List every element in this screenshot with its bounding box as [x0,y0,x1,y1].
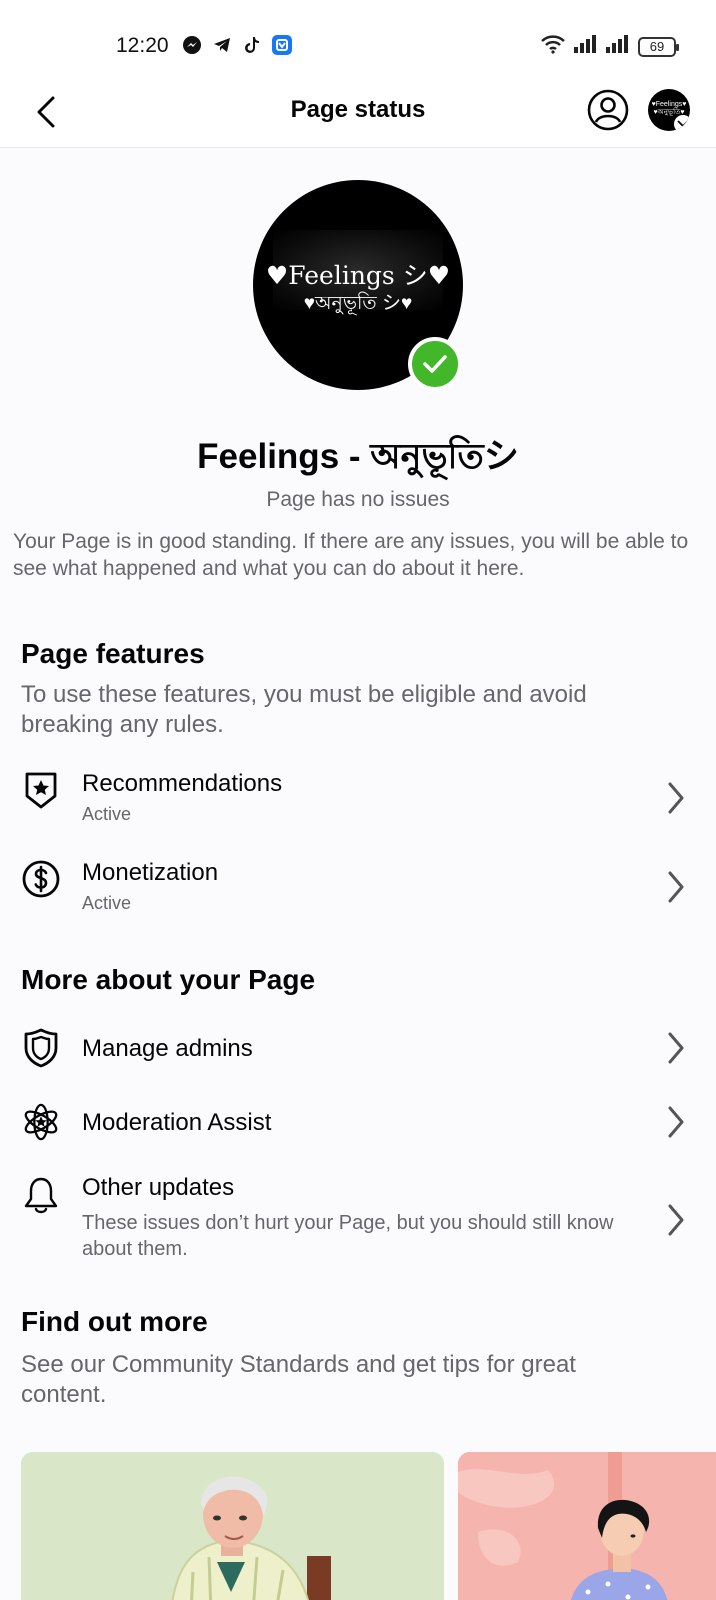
recommendations-status: Active [82,804,132,824]
app-notification-icon [271,34,293,56]
atom-star-icon [21,1102,61,1142]
shield-icon [21,1028,61,1068]
page-health-status: Page has no issues [266,488,450,511]
chevron-right-icon [664,1104,688,1140]
status-bar: 12:20 69 [0,0,716,86]
wifi-icon [540,34,566,59]
other-updates-description: These issues don’t hurt your Page, but y… [82,1212,614,1260]
moderation-assist-label: Moderation Assist [82,1109,272,1136]
battery-icon: 69 [638,36,679,57]
moderation-assist-row[interactable]: Moderation Assist [0,1102,716,1162]
top-navigation-bar: Page status ♥Feelings♥ ♥অনুভূতি♥ [0,86,716,148]
messenger-icon [181,34,203,56]
signal-icon-sim1 [574,35,598,58]
bell-icon [21,1176,61,1216]
telegram-icon [211,34,233,56]
content-tips-card[interactable] [458,1452,716,1600]
monetization-label: Monetization [82,859,219,886]
manage-admins-label: Manage admins [82,1035,253,1062]
elderly-man-illustration [21,1452,444,1600]
monetization-row[interactable]: Monetization Active [0,853,716,933]
profile-icon [587,89,629,131]
dollar-circle-icon [21,859,61,899]
profile-button[interactable] [586,88,630,132]
chevron-right-icon [664,1030,688,1066]
shield-star-icon [21,770,61,810]
status-time: 12:20 [116,34,169,57]
recommendations-row[interactable]: Recommendations Active [0,764,716,844]
page-features-heading: Page features [21,638,205,669]
manage-admins-row[interactable]: Manage admins [0,1028,716,1088]
community-standards-card[interactable] [21,1452,444,1600]
page-switcher-button[interactable]: ♥Feelings♥ ♥অনুভূতি♥ [648,89,690,131]
good-standing-check-icon [408,337,462,391]
woman-illustration [458,1452,716,1600]
page-avatar-text-line1: ♥Feelings シ♥ [265,261,451,290]
more-about-page-heading: More about your Page [21,964,316,995]
monetization-status: Active [82,893,132,913]
other-updates-label: Other updates [82,1174,235,1201]
status-notification-icons [181,34,293,56]
status-indicators: 69 [540,34,679,59]
tiktok-icon [241,34,263,56]
page-name: Feelings - অনুভূতিシ [197,437,519,476]
page-health-description: Your Page is in good standing. If there … [13,530,689,580]
signal-icon-sim2 [606,35,630,58]
chevron-down-icon [674,115,690,131]
find-out-more-heading: Find out more [21,1306,208,1337]
chevron-right-icon [664,780,688,816]
find-out-more-subtitle: See our Community Standards and get tips… [21,1351,576,1408]
chevron-right-icon [664,1202,688,1238]
other-updates-row[interactable]: Other updates These issues don’t hurt yo… [0,1172,716,1272]
recommendations-label: Recommendations [82,770,283,797]
page-features-subtitle: To use these features, you must be eligi… [21,681,587,738]
page-avatar-text-line2: ♥অনুভূতি シ♥ [303,293,413,314]
chevron-right-icon [664,869,688,905]
